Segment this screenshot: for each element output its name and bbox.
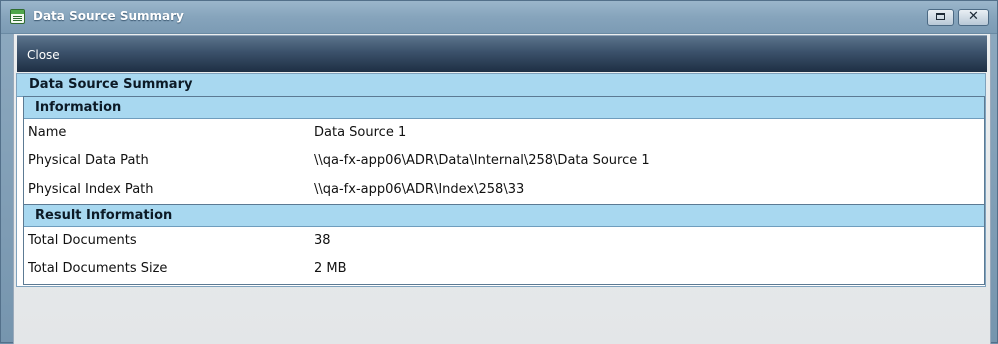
row-value: 38 [314,233,331,248]
data-summary-icon [10,9,25,24]
maximize-icon [936,13,945,20]
information-header: Information [24,97,984,119]
maximize-button[interactable] [927,9,954,26]
result-row-total-documents: Total Documents 38 [24,228,984,254]
info-row-name: Name Data Source 1 [24,120,984,146]
close-button[interactable]: Close [27,48,60,62]
row-label: Total Documents [28,233,137,248]
row-value: 2 MB [314,261,347,276]
row-label: Name [28,125,67,140]
information-title: Information [35,100,122,115]
window-content: Close Data Source Summary Information Na… [13,34,991,344]
row-value: \\qa-fx-app06\ADR\Data\Internal\258\Data… [314,153,650,168]
toolbar: Close [17,35,987,72]
result-row-total-documents-size: Total Documents Size 2 MB [24,256,984,282]
row-label: Total Documents Size [28,261,168,276]
title-bar[interactable]: Data Source Summary ✕ [1,1,997,34]
result-information-header: Result Information [24,205,984,227]
close-icon: ✕ [968,9,979,24]
result-information-section: Result Information Total Documents 38 To… [23,204,985,285]
summary-panel-header: Data Source Summary [17,74,985,97]
info-row-physical-data-path: Physical Data Path \\qa-fx-app06\ADR\Dat… [24,148,984,174]
window-close-button[interactable]: ✕ [958,9,989,26]
window-title: Data Source Summary [33,9,184,23]
row-label: Physical Data Path [28,153,149,168]
data-source-summary-window: Data Source Summary ✕ Close Data Source … [0,0,998,344]
summary-panel: Data Source Summary Information Name Dat… [16,73,986,287]
result-information-title: Result Information [35,208,173,223]
information-section: Information Name Data Source 1 Physical … [23,96,985,205]
row-label: Physical Index Path [28,182,154,197]
summary-panel-title: Data Source Summary [29,77,193,92]
row-value: Data Source 1 [314,125,407,140]
row-value: \\qa-fx-app06\ADR\Index\258\33 [314,182,525,197]
info-row-physical-index-path: Physical Index Path \\qa-fx-app06\ADR\In… [24,177,984,203]
